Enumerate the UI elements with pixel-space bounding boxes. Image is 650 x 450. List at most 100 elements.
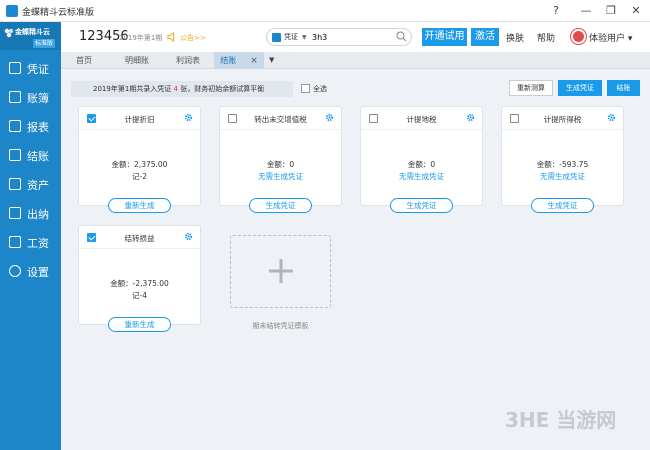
activate-button[interactable]: 激活 [471,28,499,46]
generate-voucher-card-button[interactable]: 生成凭证 [531,198,594,213]
card-voucher-no[interactable]: 记-4 [79,290,200,301]
sidebar-item-label: 出纳 [27,208,49,221]
card-amount: 金额：-2,375.00 [110,279,169,288]
card-status: 无需生成凭证 [258,172,303,181]
tab-income-statement[interactable]: 利润表 [165,52,211,69]
sidebar-item-ledger[interactable]: 账簿 [0,84,61,110]
generate-voucher-card-button[interactable]: 生成凭证 [390,198,453,213]
regenerate-button[interactable]: 重新生成 [108,317,171,332]
gear-icon[interactable] [184,113,193,122]
tab-label: 结账 [220,56,237,65]
card-status: 无需生成凭证 [399,172,444,181]
generate-voucher-card-button[interactable]: 生成凭证 [249,198,312,213]
sidebar-item-voucher[interactable]: 凭证 [0,55,61,81]
announcement-link[interactable]: 公告>> [180,33,206,43]
sidebar-item-cashier[interactable]: 出纳 [0,200,61,226]
info-text: 2019年第1期共录入凭证 4 张，财务初始余额试算平衡 [93,84,264,94]
info-bar: 2019年第1期共录入凭证 4 张，财务初始余额试算平衡 [71,81,293,97]
divider [361,129,482,130]
sidebar-item-label: 设置 [27,266,49,279]
asset-icon [9,178,21,190]
card-title: 转出未交增值税 [254,115,307,124]
divider [79,129,200,130]
header: 123456 2019年第1期 公告>> 凭证 ▼ 开通试用 激活 换肤 帮助 … [61,22,650,52]
ledger-icon [9,91,21,103]
sidebar-item-report[interactable]: 报表 [0,113,61,139]
maximize-icon[interactable]: ❐ [603,3,619,19]
help-window-icon[interactable]: ? [548,3,564,19]
card-amount: 金额：2,375.00 [111,160,168,169]
sidebar-item-label: 账簿 [27,92,49,105]
tab-detail-ledger[interactable]: 明细账 [113,52,161,69]
tab-close-account[interactable]: 结账 × [214,52,264,69]
template-label: 期末结转凭证模板 [252,322,309,330]
brand-logo-icon [4,28,14,38]
user-name: 体验用户 [589,34,626,44]
select-all-checkbox[interactable] [301,84,310,93]
user-menu[interactable]: 体验用户 ▾ [589,31,632,44]
sidebar-item-settings[interactable]: 设置 [0,258,61,284]
watermark-logo: 3HE 当游网 [505,408,617,432]
card-transfer-vat: 转出未交增值税 金额：0 无需生成凭证 生成凭证 [219,106,342,213]
sidebar-item-salary[interactable]: 工资 [0,229,61,255]
chevron-down-icon[interactable]: ▼ [302,34,307,41]
regenerate-button[interactable]: 重新生成 [108,198,171,213]
divider [502,129,623,130]
card-profit-loss-transfer: 结转损益 金额：-2,375.00 记-4 重新生成 [78,225,201,332]
card-depreciation: 计提折旧 金额：2,375.00 记-2 重新生成 [78,106,201,213]
add-template-button[interactable] [230,235,331,308]
settings-icon [9,265,21,277]
plus-icon [269,259,293,283]
tab-bar: 首页 明细账 利润表 结账 × ▼ [61,52,650,69]
divider [220,129,341,130]
generate-voucher-button[interactable]: 生成凭证 [558,80,602,96]
gear-icon[interactable] [184,232,193,241]
card-status: 无需生成凭证 [540,172,585,181]
sidebar-item-asset[interactable]: 资产 [0,171,61,197]
sidebar-item-close-account[interactable]: 结账 [0,142,61,168]
gear-icon[interactable] [466,113,475,122]
edition-badge: 标准版 [33,39,56,48]
close-account-icon [9,149,21,161]
search-icon[interactable] [396,31,407,42]
accounting-period: 2019年第1期 [119,34,163,42]
close-tab-icon[interactable]: × [250,56,258,66]
card-voucher-no[interactable]: 记-2 [79,171,200,182]
card-title: 计提地税 [406,115,437,124]
sidebar-item-label: 资产 [27,179,49,192]
voucher-icon [9,62,21,74]
card-amount: 金额：0 [266,160,295,169]
card-local-tax: 计提地税 金额：0 无需生成凭证 生成凭证 [360,106,483,213]
announcement-icon [167,32,174,42]
select-all-label: 全选 [313,85,327,93]
recalculate-button[interactable]: 重新测算 [509,80,553,96]
close-account-button[interactable]: 结账 [607,80,640,96]
close-window-icon[interactable]: ✕ [628,3,644,19]
search-box: 凭证 ▼ [266,28,412,46]
help-link[interactable]: 帮助 [537,31,555,44]
avatar[interactable] [571,29,586,44]
info-prefix: 2019年第1期共录入凭证 [93,85,174,93]
salary-icon [9,236,21,248]
window-title: 金蝶精斗云标准版 [22,8,95,18]
tab-home[interactable]: 首页 [61,52,107,69]
search-input[interactable] [312,31,394,44]
open-trial-button[interactable]: 开通试用 [422,28,467,46]
search-type-select[interactable]: 凭证 [284,32,298,42]
brand: 金蝶精斗云 标准版 [0,22,61,50]
change-skin-link[interactable]: 换肤 [506,31,524,44]
card-title: 计提所得税 [543,115,582,124]
sidebar-item-label: 工资 [27,237,49,250]
tab-menu-chevron-icon[interactable]: ▼ [269,56,274,64]
card-income-tax: 计提所得税 金额：-593.75 无需生成凭证 生成凭证 [501,106,624,213]
sidebar-item-label: 结账 [27,150,49,163]
gear-icon[interactable] [607,113,616,122]
divider [79,248,200,249]
card-amount: 金额：-593.75 [536,160,589,169]
report-icon [9,120,21,132]
gear-icon[interactable] [325,113,334,122]
sidebar-item-label: 凭证 [27,63,49,76]
info-suffix: 张，财务初始余额试算平衡 [177,85,265,93]
sidebar: 金蝶精斗云 标准版 凭证 账簿 报表 结账 资产 出纳 工资 设置 [0,22,61,450]
minimize-icon[interactable]: — [578,3,594,19]
